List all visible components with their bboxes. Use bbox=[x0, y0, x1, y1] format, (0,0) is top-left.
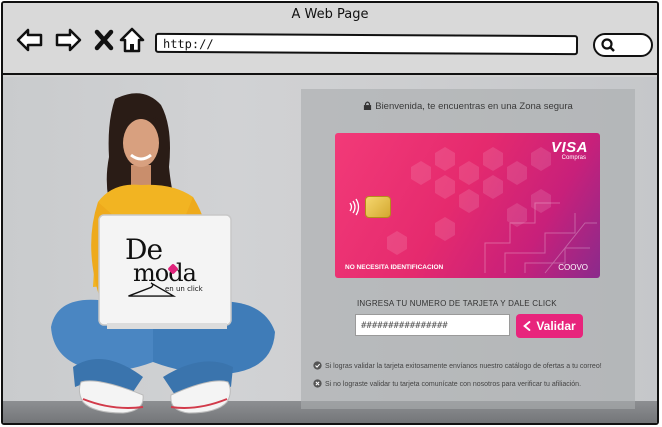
home-icon[interactable] bbox=[117, 25, 147, 55]
card-number-label: INGRESA TU NUMERO DE TARJETA Y DALE CLIC… bbox=[357, 299, 557, 308]
browser-window: A Web Page http:// De moda en un click B… bbox=[1, 1, 659, 425]
chevron-left-icon bbox=[523, 321, 531, 331]
card-number-field[interactable] bbox=[355, 314, 510, 336]
card-brand: COOVO bbox=[558, 263, 588, 272]
url-input[interactable] bbox=[156, 35, 577, 55]
secure-banner-text: Bienvenida, te encuentras en una Zona se… bbox=[375, 101, 573, 112]
check-circle-icon bbox=[313, 361, 322, 370]
card-number-input[interactable] bbox=[356, 316, 509, 336]
browser-toolbar: A Web Page bbox=[3, 3, 657, 75]
failure-note: Si no lograste validar tu tarjeta comuní… bbox=[313, 379, 581, 388]
secure-banner: Bienvenida, te encuentras en una Zona se… bbox=[301, 101, 635, 112]
chip-icon bbox=[365, 196, 391, 218]
lock-icon bbox=[364, 101, 372, 110]
card-network: VISA bbox=[550, 139, 588, 156]
credit-card-image: VISA Compras NO NECESITA IDENTIFICACION … bbox=[335, 133, 600, 278]
validation-panel: Bienvenida, te encuentras en una Zona se… bbox=[301, 89, 635, 409]
window-title: A Web Page bbox=[291, 7, 369, 22]
forward-arrow-icon[interactable] bbox=[53, 25, 83, 55]
validate-button[interactable]: Validar bbox=[516, 314, 583, 338]
validate-button-label: Validar bbox=[536, 319, 576, 333]
card-note: NO NECESITA IDENTIFICACION bbox=[345, 264, 444, 271]
search-icon[interactable] bbox=[600, 37, 616, 53]
success-note-text: Si logras validar la tarjeta exitosament… bbox=[325, 363, 602, 370]
hanger-icon bbox=[128, 282, 177, 297]
page-content: De moda en un click Bienvenida, te encue… bbox=[3, 77, 657, 423]
address-bar[interactable] bbox=[154, 32, 579, 56]
card-network-sub: Compras bbox=[561, 155, 586, 161]
failure-note-text: Si no lograste validar tu tarjeta comuní… bbox=[325, 381, 582, 388]
contactless-icon bbox=[349, 198, 360, 216]
x-circle-icon bbox=[313, 379, 322, 388]
demoda-logo: De moda en un click bbox=[121, 233, 217, 305]
success-note: Si logras validar la tarjeta exitosament… bbox=[313, 361, 602, 370]
back-arrow-icon[interactable] bbox=[15, 25, 45, 55]
search-bar[interactable] bbox=[593, 33, 653, 57]
